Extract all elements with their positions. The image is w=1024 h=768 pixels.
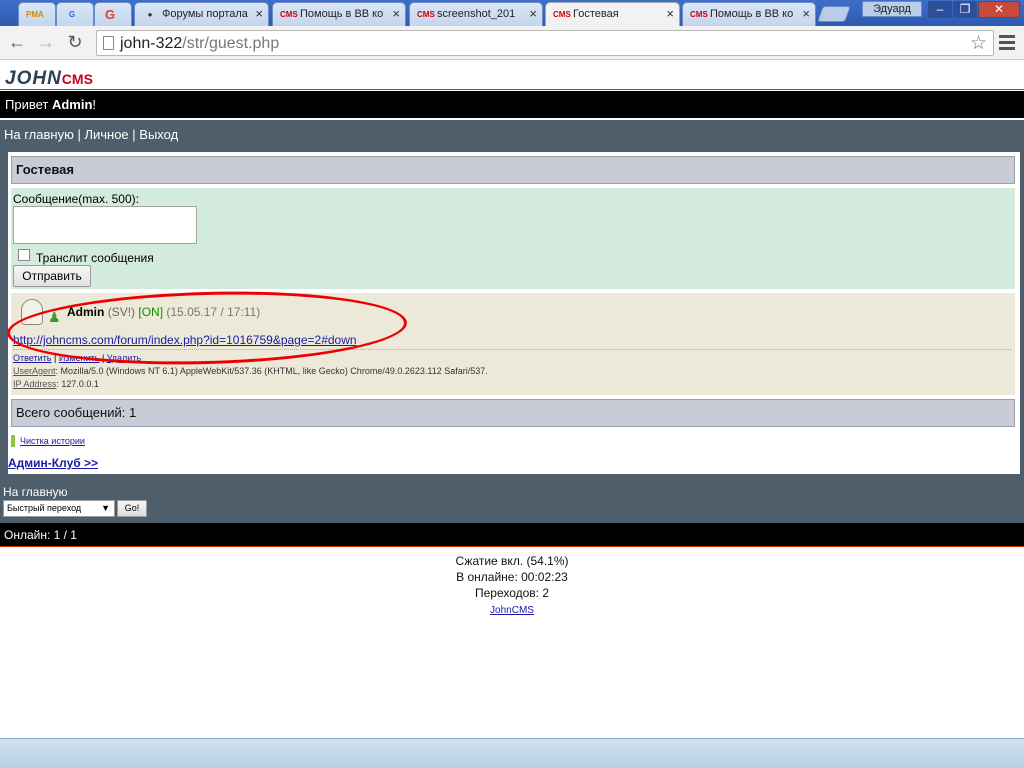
- close-icon[interactable]: ×: [529, 6, 537, 21]
- url-text: john-322/str/guest.php: [120, 35, 280, 52]
- browser-tab-strip: PMA G G ● Форумы портала × CMS Помощь в …: [0, 0, 1024, 27]
- content-panel: Гостевая Сообщение(max. 500): Транслит с…: [6, 152, 1020, 474]
- nav-personal-link[interactable]: Личное: [84, 127, 128, 142]
- tab-title: Помощь в ВВ ко: [710, 8, 794, 20]
- bookmark-star-icon[interactable]: ☆: [970, 32, 987, 55]
- pma-icon: PMA: [26, 10, 44, 19]
- tab-forums[interactable]: ● Форумы портала ×: [134, 2, 269, 26]
- maximize-icon[interactable]: ❐: [953, 1, 977, 18]
- message-textarea[interactable]: [13, 206, 197, 244]
- clear-history-link[interactable]: Чистка истории: [20, 436, 85, 446]
- profile-button[interactable]: Эдуард: [862, 1, 922, 17]
- dropdown-arrow-icon: ▼: [101, 503, 110, 513]
- page-content: JOHNCMS Привет Admin! На главную | Лично…: [0, 60, 1024, 740]
- nav-logout-link[interactable]: Выход: [139, 127, 178, 142]
- main-area: На главную | Личное | Выход Гостевая Соо…: [0, 120, 1024, 523]
- top-nav: На главную | Личное | Выход: [4, 127, 179, 142]
- tab-google-translate[interactable]: G: [56, 2, 94, 26]
- google-icon: G: [104, 7, 116, 22]
- clear-history: Чистка истории: [11, 435, 85, 447]
- tab-screenshot[interactable]: CMS screenshot_201 ×: [409, 2, 543, 26]
- tab-help-2[interactable]: CMS Помощь в ВВ ко ×: [682, 2, 816, 26]
- useragent-line: UserAgent: Mozilla/5.0 (Windows NT 6.1) …: [13, 366, 488, 376]
- close-icon[interactable]: ×: [666, 6, 674, 21]
- cms-icon: CMS: [553, 10, 571, 19]
- transitions-stat: Переходов: 2: [474, 586, 550, 600]
- minimize-icon[interactable]: –: [928, 1, 952, 18]
- close-icon[interactable]: ×: [392, 6, 400, 21]
- back-arrow-icon[interactable]: ←: [6, 31, 28, 53]
- forward-arrow-icon[interactable]: →: [35, 31, 57, 53]
- site-logo[interactable]: JOHNCMS: [5, 68, 93, 90]
- google-translate-icon: G: [68, 10, 76, 19]
- guestbook-post: ♟ Admin (SV!) [ON] (15.05.17 / 17:11) ht…: [6, 286, 1015, 395]
- submit-button[interactable]: Отправить: [13, 265, 91, 287]
- online-time-stat: В онлайне: 00:02:23: [456, 570, 568, 584]
- page-icon: [103, 36, 114, 50]
- johncms-link[interactable]: JohnCMS: [490, 605, 534, 616]
- translit-label: Транслит сообщения: [36, 251, 154, 265]
- address-bar[interactable]: john-322/str/guest.php ☆: [96, 30, 994, 56]
- message-form: Сообщение(max. 500): Транслит сообщения …: [11, 188, 1015, 289]
- tab-help-1[interactable]: CMS Помощь в ВВ ко ×: [272, 2, 406, 26]
- close-icon[interactable]: ×: [255, 6, 263, 21]
- compression-stat: Сжатие вкл. (54.1%): [455, 554, 569, 568]
- greeting-username: Admin: [51, 97, 93, 112]
- message-label: Сообщение(max. 500):: [13, 192, 139, 206]
- menu-icon[interactable]: [999, 35, 1015, 53]
- section-header: Гостевая: [11, 156, 1015, 184]
- tab-google[interactable]: G: [94, 2, 132, 26]
- cms-icon: CMS: [280, 10, 298, 19]
- taskbar: [0, 738, 1024, 768]
- window-close-icon[interactable]: ✕: [978, 1, 1020, 18]
- go-button[interactable]: Go!: [117, 500, 147, 517]
- cms-icon: CMS: [417, 10, 435, 19]
- forum-site-icon: ●: [147, 10, 153, 19]
- online-counter: Онлайн: 1 / 1: [0, 523, 1024, 547]
- tab-title: Форумы портала: [162, 8, 248, 20]
- quick-jump-select[interactable]: Быстрый переход ▼: [3, 500, 115, 517]
- list-marker: [11, 435, 15, 447]
- divider: [0, 89, 1024, 90]
- browser-toolbar: ← → ↻ john-322/str/guest.php ☆: [0, 26, 1024, 60]
- new-tab-button[interactable]: [817, 6, 851, 22]
- footer-stats: Сжатие вкл. (54.1%) В онлайне: 00:02:23 …: [0, 553, 1024, 619]
- translit-checkbox[interactable]: [18, 249, 30, 261]
- close-icon[interactable]: ×: [802, 6, 810, 21]
- ip-address-line: IP Address: 127.0.0.1: [13, 379, 99, 389]
- footer-home-link[interactable]: На главную: [3, 485, 67, 499]
- admin-club-link[interactable]: Админ-Клуб >>: [8, 456, 98, 470]
- tab-title: Гостевая: [573, 8, 619, 20]
- tab-pma[interactable]: PMA: [18, 2, 56, 26]
- red-highlight-ellipse: [6, 286, 408, 370]
- tab-title: screenshot_201: [437, 8, 516, 20]
- cms-icon: CMS: [690, 10, 708, 19]
- reload-icon[interactable]: ↻: [64, 31, 86, 53]
- reply-link[interactable]: Ответить: [13, 353, 51, 363]
- total-messages: Всего сообщений: 1: [11, 399, 1015, 427]
- greeting-bar: Привет Admin!: [0, 91, 1024, 118]
- tab-title: Помощь в ВВ ко: [300, 8, 384, 20]
- nav-home-link[interactable]: На главную: [4, 127, 74, 142]
- tab-guestbook[interactable]: CMS Гостевая ×: [545, 2, 680, 27]
